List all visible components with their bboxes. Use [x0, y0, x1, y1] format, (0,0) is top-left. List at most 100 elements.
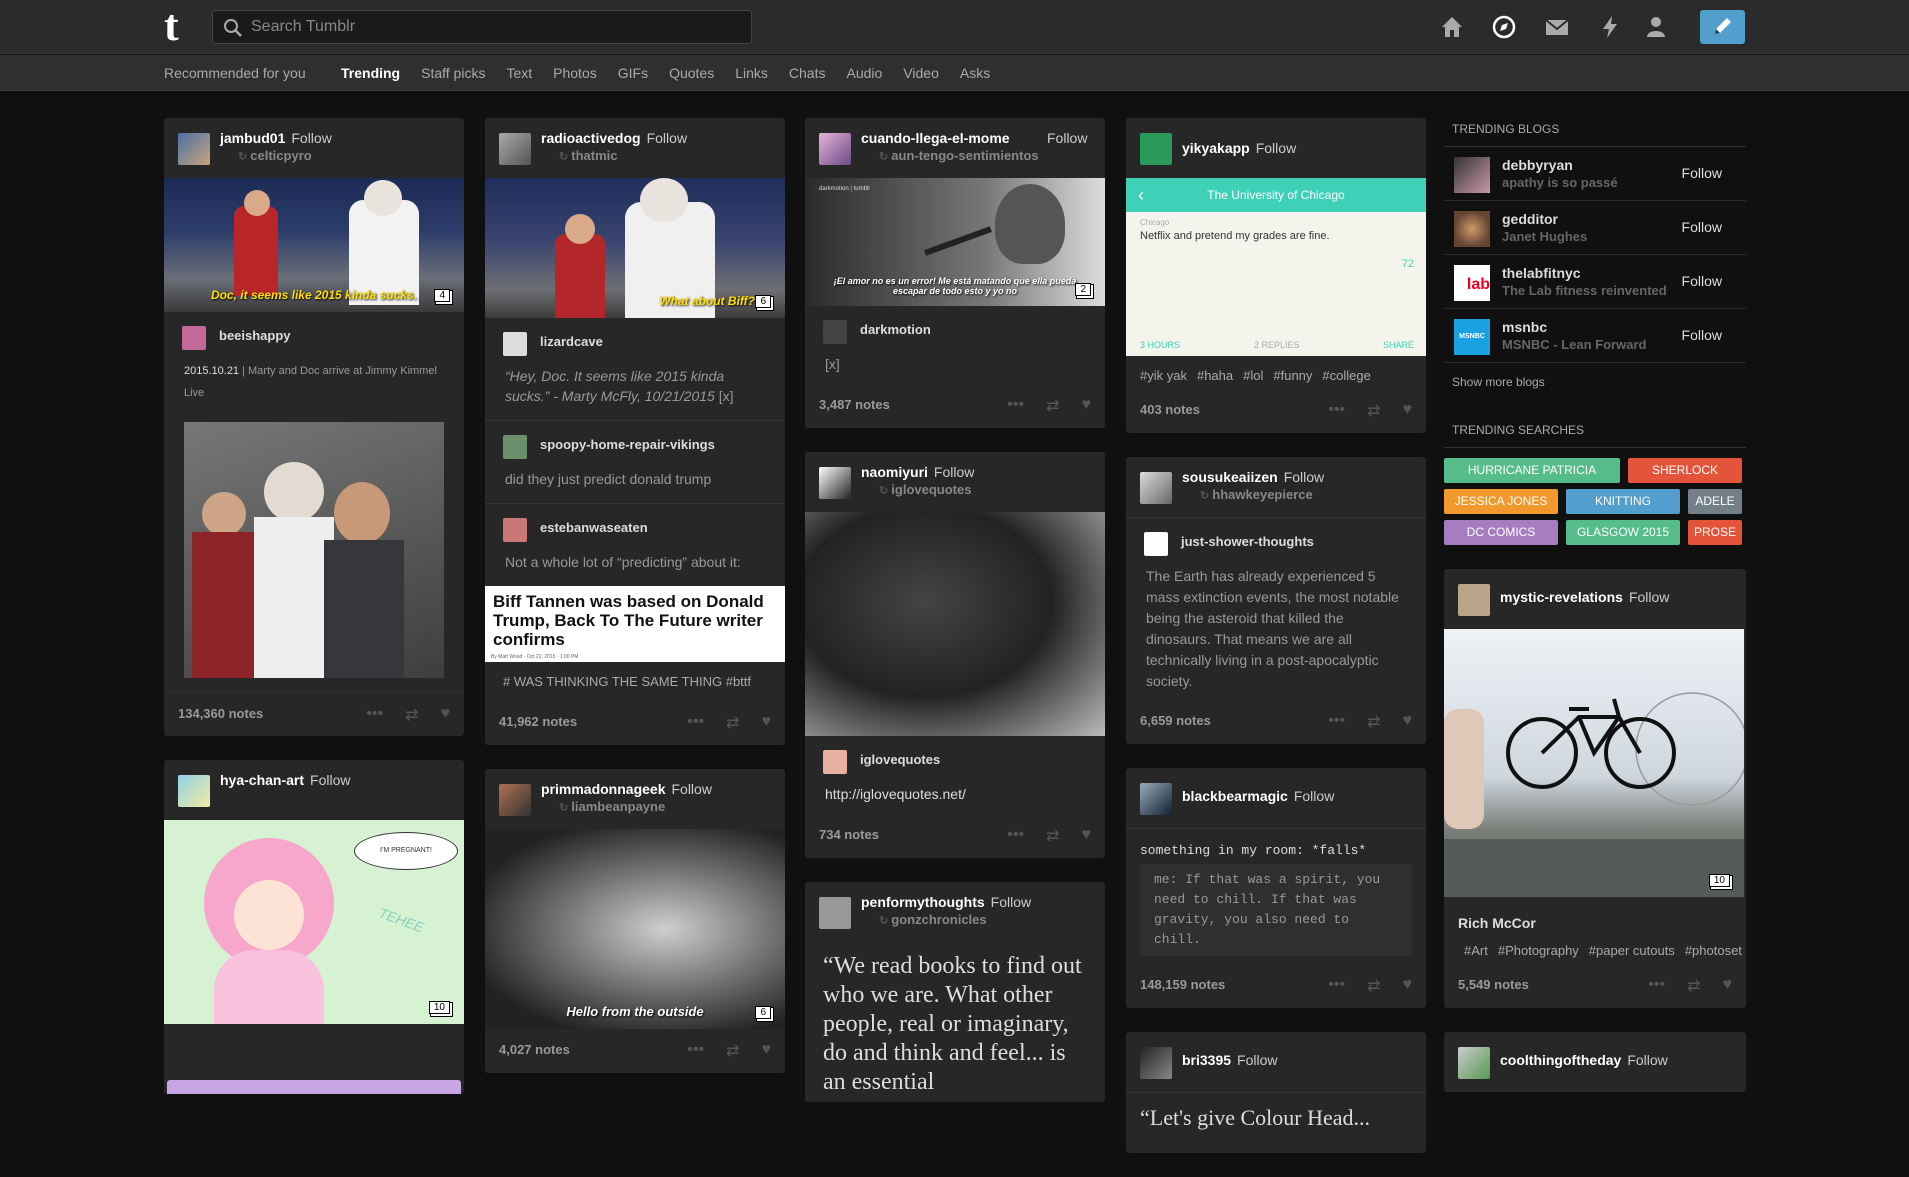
trail-username[interactable]: estebanwaseaten — [540, 520, 648, 535]
avatar[interactable] — [1458, 584, 1490, 616]
username-link[interactable]: sousukeaiizen — [1182, 469, 1278, 485]
reblog-icon[interactable]: ⇄ — [726, 713, 739, 733]
username-link[interactable]: bri3395 — [1182, 1052, 1231, 1068]
explore-compass-icon[interactable] — [1490, 13, 1518, 41]
trail-username[interactable]: iglovequotes — [860, 752, 940, 767]
like-heart-icon[interactable]: ♥ — [762, 713, 772, 733]
selfie-photo[interactable] — [184, 422, 444, 678]
trending-blog-item[interactable]: MSNBC msnbc MSNBC - Lean Forward Follow — [1444, 309, 1746, 363]
like-heart-icon[interactable]: ♥ — [1403, 401, 1413, 421]
avatar[interactable] — [819, 897, 851, 929]
blog-name[interactable]: msnbc — [1502, 319, 1547, 335]
tab-photos[interactable]: Photos — [553, 65, 597, 81]
search-chip[interactable]: GLASGOW 2015 — [1566, 520, 1680, 545]
username-link[interactable]: jambud01 — [220, 130, 285, 146]
photo-image[interactable] — [805, 512, 1105, 736]
activity-lightning-icon[interactable] — [1596, 13, 1624, 41]
username-link[interactable]: hya-chan-art — [220, 772, 304, 788]
more-options-icon[interactable]: ••• — [1328, 712, 1345, 732]
search-box[interactable] — [212, 10, 752, 44]
more-options-icon[interactable]: ••• — [687, 1041, 704, 1061]
username-link[interactable]: primmadonnageek — [541, 781, 665, 797]
avatar[interactable] — [1140, 783, 1172, 815]
avatar[interactable] — [1140, 133, 1172, 165]
home-icon[interactable] — [1438, 13, 1466, 41]
like-heart-icon[interactable]: ♥ — [1403, 712, 1413, 732]
more-options-icon[interactable]: ••• — [1007, 826, 1024, 846]
reblog-source[interactable]: gonzchronicles — [879, 912, 986, 927]
notes-count[interactable]: 4,027 notes — [499, 1042, 570, 1057]
trail-username[interactable]: spoopy-home-repair-vikings — [540, 437, 715, 452]
tag-link[interactable]: #Art — [1464, 943, 1488, 958]
tab-text[interactable]: Text — [506, 65, 532, 81]
username-link[interactable]: mystic-revelations — [1500, 589, 1623, 605]
msnbc-logo-icon[interactable]: MSNBC — [1454, 319, 1490, 355]
username-link[interactable]: yikyakapp — [1182, 140, 1250, 156]
avatar[interactable] — [1454, 157, 1490, 193]
follow-button[interactable]: Follow — [1256, 140, 1296, 156]
tab-gifs[interactable]: GIFs — [618, 65, 648, 81]
username-link[interactable]: coolthingoftheday — [1500, 1052, 1621, 1068]
tumblr-logo[interactable]: t — [164, 4, 194, 48]
search-input[interactable] — [251, 11, 741, 43]
tag-link[interactable]: #photoset — [1685, 943, 1742, 958]
avatar[interactable] — [178, 133, 210, 165]
reblog-icon[interactable]: ⇄ — [405, 705, 418, 725]
reblog-source[interactable]: celticpyro — [238, 148, 311, 163]
follow-button[interactable]: Follow — [991, 894, 1031, 910]
follow-button[interactable]: Follow — [1682, 273, 1722, 289]
tab-quotes[interactable]: Quotes — [669, 65, 714, 81]
notes-count[interactable]: 3,487 notes — [819, 397, 890, 412]
source-link[interactable]: [x] — [805, 354, 1105, 384]
trail-username[interactable]: darkmotion — [860, 322, 931, 337]
blog-name[interactable]: thelabfitnyc — [1502, 265, 1581, 281]
username-link[interactable]: naomiyuri — [861, 464, 928, 480]
search-chip[interactable]: SHERLOCK — [1628, 458, 1742, 483]
follow-button[interactable]: Follow — [1284, 469, 1324, 485]
search-chip[interactable]: JESSICA JONES — [1444, 489, 1558, 514]
avatar[interactable] — [499, 784, 531, 816]
reblog-icon[interactable]: ⇄ — [726, 1041, 739, 1061]
account-person-icon[interactable] — [1642, 13, 1670, 41]
more-options-icon[interactable]: ••• — [1648, 976, 1665, 996]
reblog-icon[interactable]: ⇄ — [1367, 712, 1380, 732]
gif-image[interactable]: What about Biff? 6 — [485, 178, 785, 318]
follow-button[interactable]: Follow — [1682, 219, 1722, 235]
like-heart-icon[interactable]: ♥ — [1403, 976, 1413, 996]
avatar[interactable] — [823, 320, 847, 344]
search-chip[interactable]: DC COMICS — [1444, 520, 1558, 545]
gif-image[interactable]: Hello from the outside 6 — [485, 829, 785, 1029]
search-chip[interactable]: ADELE — [1688, 489, 1742, 514]
follow-button[interactable]: Follow — [291, 130, 331, 146]
tag-link[interactable]: #haha — [1197, 368, 1233, 383]
lab-logo-icon[interactable]: lab — [1454, 265, 1490, 301]
follow-button[interactable]: Follow — [1682, 327, 1722, 343]
username-link[interactable]: penformythoughts — [861, 894, 985, 910]
more-options-icon[interactable]: ••• — [366, 705, 383, 725]
like-heart-icon[interactable]: ♥ — [1082, 396, 1092, 416]
trail-username[interactable]: lizardcave — [540, 334, 603, 349]
search-chip[interactable]: PROSE — [1688, 520, 1742, 545]
tag-link[interactable]: #lol — [1243, 368, 1263, 383]
avatar[interactable] — [1140, 1047, 1172, 1079]
reblog-source[interactable]: thatmic — [559, 148, 617, 163]
blog-name[interactable]: gedditor — [1502, 211, 1558, 227]
post-tags[interactable]: # WAS THINKING THE SAME THING #bttf — [485, 662, 785, 701]
trending-blog-item[interactable]: debbyryan apathy is so passé Follow — [1444, 147, 1746, 201]
reblog-source[interactable]: aun-tengo-sentimientos — [879, 148, 1038, 163]
photo-image[interactable]: 10 — [1444, 629, 1744, 897]
username-link[interactable]: cuando-llega-el-mome — [861, 130, 1010, 146]
tab-chats[interactable]: Chats — [789, 65, 826, 81]
show-more-blogs-link[interactable]: Show more blogs — [1444, 363, 1746, 401]
mail-icon[interactable] — [1543, 13, 1571, 41]
notes-count[interactable]: 734 notes — [819, 827, 879, 842]
more-options-icon[interactable]: ••• — [1007, 396, 1024, 416]
trending-blog-item[interactable]: gedditor Janet Hughes Follow — [1444, 201, 1746, 255]
tag-link[interactable]: #funny — [1273, 368, 1312, 383]
reblog-source[interactable]: hhawkeyepierce — [1200, 487, 1312, 502]
reblog-source[interactable]: liambeanpayne — [559, 799, 665, 814]
avatar[interactable] — [1144, 532, 1168, 556]
tag-link[interactable]: #college — [1322, 368, 1370, 383]
avatar[interactable] — [823, 750, 847, 774]
follow-button[interactable]: Follow — [1682, 165, 1722, 181]
